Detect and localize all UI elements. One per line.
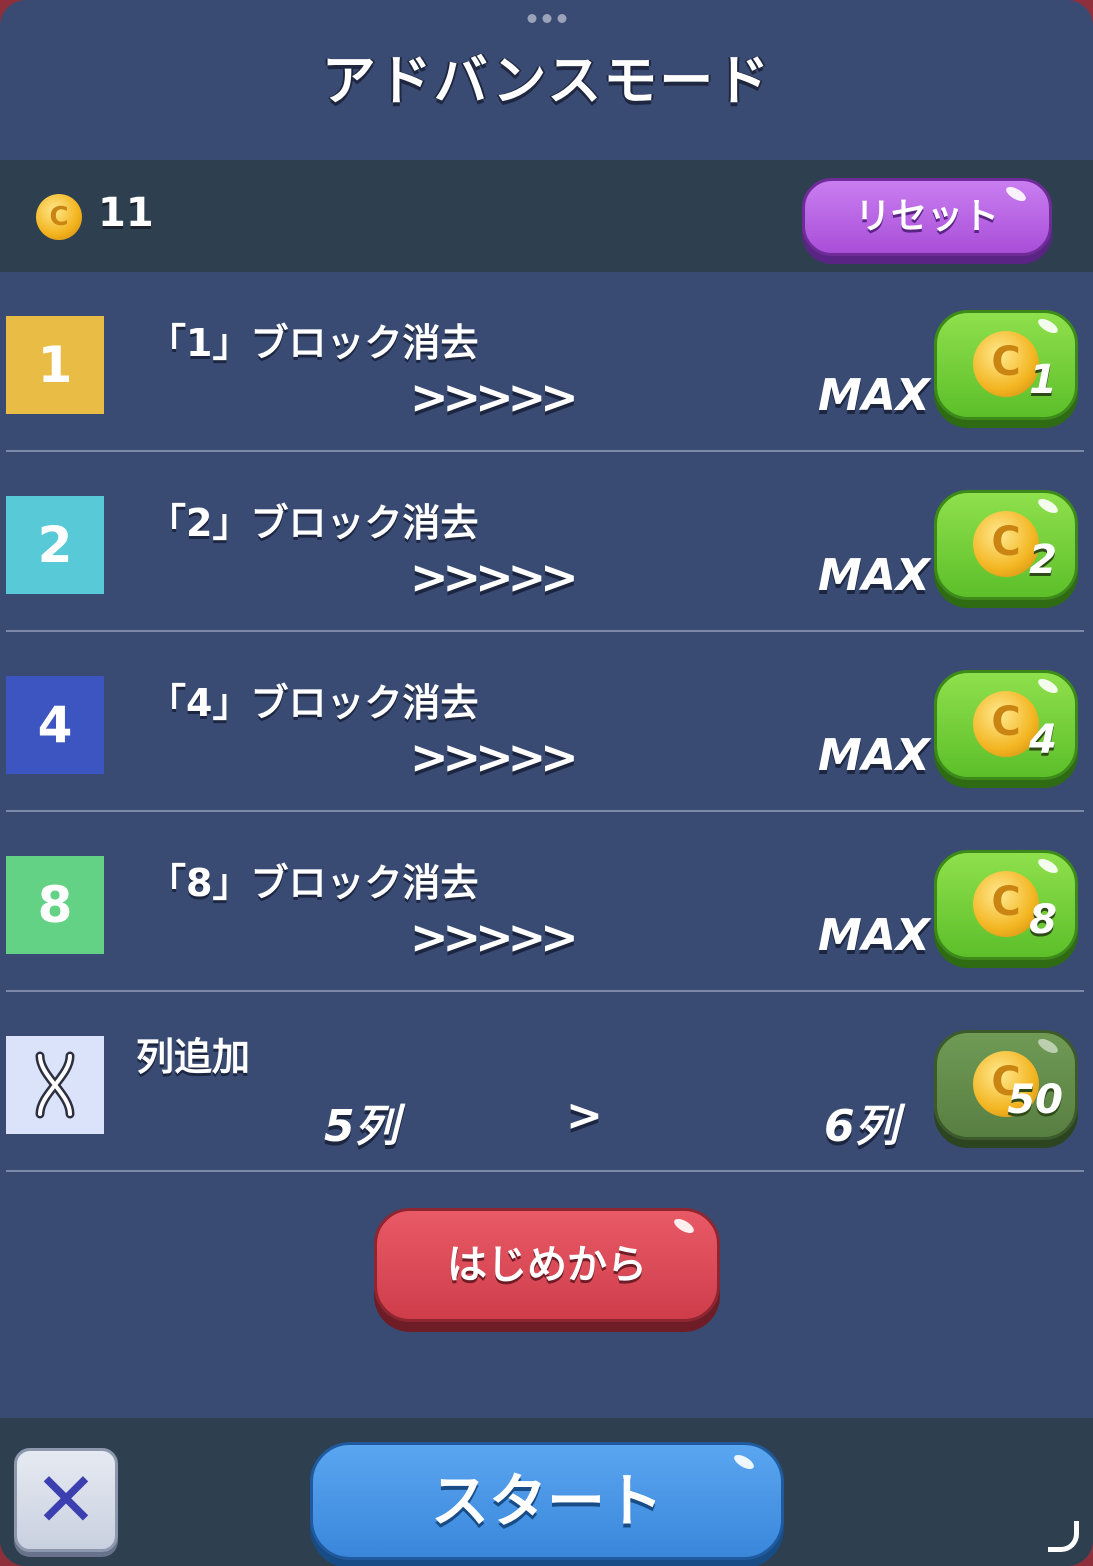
upgrade-row: 1 「1」ブロック消去 >>>>> MAX C 1	[6, 272, 1084, 452]
upgrade-label: 「4」ブロック消去	[148, 681, 479, 725]
coin-icon: C	[36, 194, 82, 240]
buy-button[interactable]: C 2	[934, 490, 1078, 600]
handle-dot	[557, 14, 566, 23]
column-connector-icon	[35, 1051, 75, 1119]
buy-button[interactable]: C 50	[934, 1030, 1078, 1140]
shine-highlight	[1035, 496, 1061, 516]
column-upgrade-row: 列追加 5列 > 6列 C 50	[6, 992, 1084, 1172]
tile-2-icon: 2	[6, 496, 104, 594]
upgrade-row: 4 「4」ブロック消去 >>>>> MAX C 4	[6, 632, 1084, 812]
cost-label: 4	[1029, 717, 1057, 763]
shine-highlight	[1003, 184, 1029, 204]
reset-label: リセット	[854, 196, 999, 237]
cost-label: 8	[1029, 897, 1057, 943]
level-arrows: >>>>>	[410, 730, 579, 784]
buy-button[interactable]: C 8	[934, 850, 1078, 960]
max-label: MAX	[818, 370, 930, 421]
column-add-icon	[6, 1036, 104, 1134]
shine-highlight	[1035, 316, 1061, 336]
next-columns: 6列	[824, 1101, 899, 1152]
upgrade-list: 1 「1」ブロック消去 >>>>> MAX C 1 2 「2」ブロック消去 >>…	[0, 272, 1093, 1172]
handle-dot	[527, 14, 536, 23]
close-button[interactable]: ✕	[14, 1448, 118, 1552]
start-label: スタート	[430, 1467, 663, 1535]
level-arrows: >>>>>	[410, 910, 579, 964]
reset-button[interactable]: リセット	[802, 178, 1052, 256]
tile-8-icon: 8	[6, 856, 104, 954]
current-columns: 5列	[324, 1101, 399, 1152]
shine-highlight	[731, 1452, 757, 1472]
restart-label: はじめから	[447, 1242, 647, 1288]
page-title: アドバンスモード	[321, 49, 772, 112]
shine-highlight	[1035, 1036, 1061, 1056]
max-label: MAX	[818, 550, 930, 601]
arrow-separator: >	[566, 1090, 603, 1141]
shine-highlight	[1035, 676, 1061, 696]
buy-button[interactable]: C 4	[934, 670, 1078, 780]
handle-dot	[542, 14, 551, 23]
resize-grip-icon[interactable]	[1048, 1521, 1079, 1552]
cost-label: 50	[1007, 1077, 1063, 1123]
tile-4-icon: 4	[6, 676, 104, 774]
cost-label: 1	[1029, 357, 1057, 403]
coin-count: 11	[98, 190, 154, 236]
tile-1-icon: 1	[6, 316, 104, 414]
shine-highlight	[671, 1216, 697, 1236]
buy-button[interactable]: C 1	[934, 310, 1078, 420]
upgrade-label: 「2」ブロック消去	[148, 501, 479, 545]
upgrade-label: 「8」ブロック消去	[148, 861, 479, 905]
upgrade-row: 8 「8」ブロック消去 >>>>> MAX C 8	[6, 812, 1084, 992]
max-label: MAX	[818, 730, 930, 781]
close-icon: ✕	[34, 1455, 98, 1544]
cost-label: 2	[1029, 537, 1057, 583]
level-arrows: >>>>>	[410, 370, 579, 424]
max-label: MAX	[818, 910, 930, 961]
level-arrows: >>>>>	[410, 550, 579, 604]
restart-button[interactable]: はじめから	[374, 1208, 720, 1322]
advanced-mode-panel: アドバンスモード C 11 リセット 1 「1」ブロック消去 >>>>> MAX…	[0, 0, 1093, 1566]
drag-handle[interactable]	[527, 14, 566, 23]
footer-bar: ✕ スタート	[0, 1418, 1093, 1566]
upgrade-label: 列追加	[136, 1035, 251, 1079]
shine-highlight	[1035, 856, 1061, 876]
upgrade-row: 2 「2」ブロック消去 >>>>> MAX C 2	[6, 452, 1084, 632]
start-button[interactable]: スタート	[310, 1442, 784, 1560]
coin-bar: C 11 リセット	[0, 160, 1093, 272]
upgrade-label: 「1」ブロック消去	[148, 321, 479, 365]
